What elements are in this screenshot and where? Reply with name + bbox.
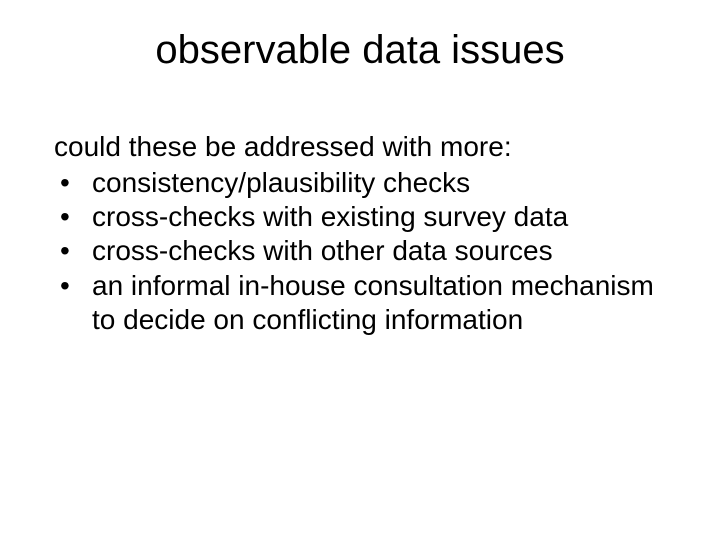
list-item-label: cross-checks with other data sources [92,235,553,266]
list-item-label: cross-checks with existing survey data [92,201,568,232]
bullet-icon: • [60,166,70,200]
bullet-icon: • [60,269,70,303]
slide-title: observable data issues [0,28,720,73]
list-item-label: consistency/plausibility checks [92,167,470,198]
bullet-icon: • [60,234,70,268]
lead-text: could these be addressed with more: [54,130,666,164]
list-item: • an informal in-house consultation mech… [54,269,666,337]
bullet-list: • consistency/plausibility checks • cros… [54,166,666,337]
slide-body: could these be addressed with more: • co… [54,130,666,337]
list-item: • cross-checks with other data sources [54,234,666,268]
list-item-label: an informal in-house consultation mechan… [92,270,654,335]
list-item: • consistency/plausibility checks [54,166,666,200]
bullet-icon: • [60,200,70,234]
slide: observable data issues could these be ad… [0,0,720,540]
list-item: • cross-checks with existing survey data [54,200,666,234]
